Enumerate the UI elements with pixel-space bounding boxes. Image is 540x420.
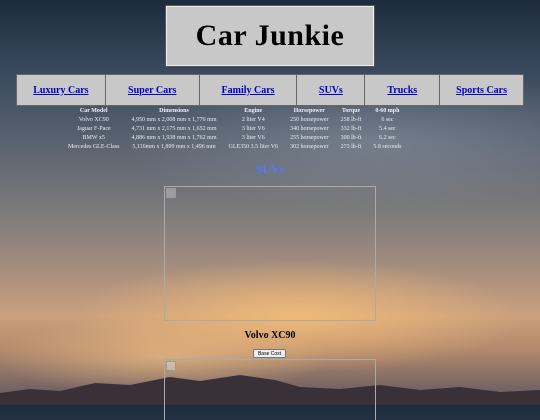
- table-row: Jaguar F-Pace 4,731 mm x 2,175 mm x 1,65…: [62, 124, 407, 133]
- table-cell: 4,731 mm x 2,175 mm x 1,652 mm: [131, 125, 217, 132]
- nav-sports-cars[interactable]: Sports Cars: [440, 75, 523, 105]
- table-cell: 3 liter V6: [241, 134, 265, 141]
- table-cell: 6.2 sec: [379, 134, 396, 141]
- table-cell: 250 horsepower: [290, 116, 329, 123]
- base-cost-button[interactable]: Base Cost: [253, 349, 286, 358]
- main-nav: Luxury Cars Super Cars Family Cars SUVs …: [16, 74, 524, 106]
- table-row: BMW x5 4,886 mm x 1,938 mm x 1,762 mm 3 …: [62, 133, 407, 142]
- broken-image-icon: [166, 361, 176, 371]
- table-cell: 4,950 mm x 2,008 mm x 1,776 mm: [131, 116, 217, 123]
- table-header-row: Car Model Dimensions Engine Horsepower T…: [62, 107, 407, 115]
- table-cell: BMW x5: [82, 134, 105, 141]
- site-title-box: Car Junkie: [165, 5, 375, 67]
- table-cell: 332 lb-ft: [340, 125, 362, 132]
- nav-trucks[interactable]: Trucks: [365, 75, 441, 105]
- table-cell: 5.8 seconds: [373, 143, 402, 150]
- column-header: Engine: [244, 108, 263, 114]
- table-cell: GLE350 3.5 liter V6: [228, 143, 279, 150]
- column-header: Horsepower: [293, 108, 325, 114]
- table-cell: Mercedes GLE-Class: [68, 143, 120, 150]
- broken-image-icon: [166, 188, 176, 198]
- table-cell: 3 liter V6: [241, 125, 265, 132]
- table-row: Volvo XC90 4,950 mm x 2,008 mm x 1,776 m…: [62, 115, 407, 124]
- nav-super-cars[interactable]: Super Cars: [105, 75, 200, 105]
- table-cell: Volvo XC90: [78, 116, 109, 123]
- section-title: SUVs: [255, 162, 285, 176]
- table-cell: 300 lb-ft: [340, 134, 362, 141]
- column-header: 0-60 mph: [375, 108, 400, 114]
- nav-suvs[interactable]: SUVs: [297, 75, 366, 105]
- table-row: Mercedes GLE-Class 5,116mm x 1,899 mm x …: [62, 142, 407, 151]
- column-header: Car Model: [79, 108, 108, 114]
- car-image-next: [164, 359, 376, 420]
- table-cell: 340 horsepower: [290, 125, 329, 132]
- site-title: Car Junkie: [195, 19, 345, 52]
- column-header: Torque: [341, 108, 361, 114]
- table-cell: 258 lb-ft: [340, 116, 362, 123]
- table-cell: 273 lb-ft: [340, 143, 362, 150]
- table-cell: 2 liter V4: [241, 116, 265, 123]
- table-cell: 255 horsepower: [290, 134, 329, 141]
- table-cell: 5,116mm x 1,899 mm x 1,496 mm: [132, 143, 216, 150]
- car-image: [164, 186, 376, 321]
- table-cell: 6 sec: [381, 116, 394, 123]
- table-cell: Jaguar F-Pace: [76, 125, 111, 132]
- car-name: Volvo XC90: [244, 330, 296, 341]
- specs-table: Car Model Dimensions Engine Horsepower T…: [62, 107, 407, 151]
- column-header: Dimensions: [159, 108, 189, 114]
- table-cell: 302 horsepower: [290, 143, 329, 150]
- table-cell: 4,886 mm x 1,938 mm x 1,762 mm: [131, 134, 217, 141]
- nav-family-cars[interactable]: Family Cars: [199, 75, 298, 105]
- table-cell: 5.4 sec: [379, 125, 396, 132]
- nav-luxury-cars[interactable]: Luxury Cars: [17, 75, 106, 105]
